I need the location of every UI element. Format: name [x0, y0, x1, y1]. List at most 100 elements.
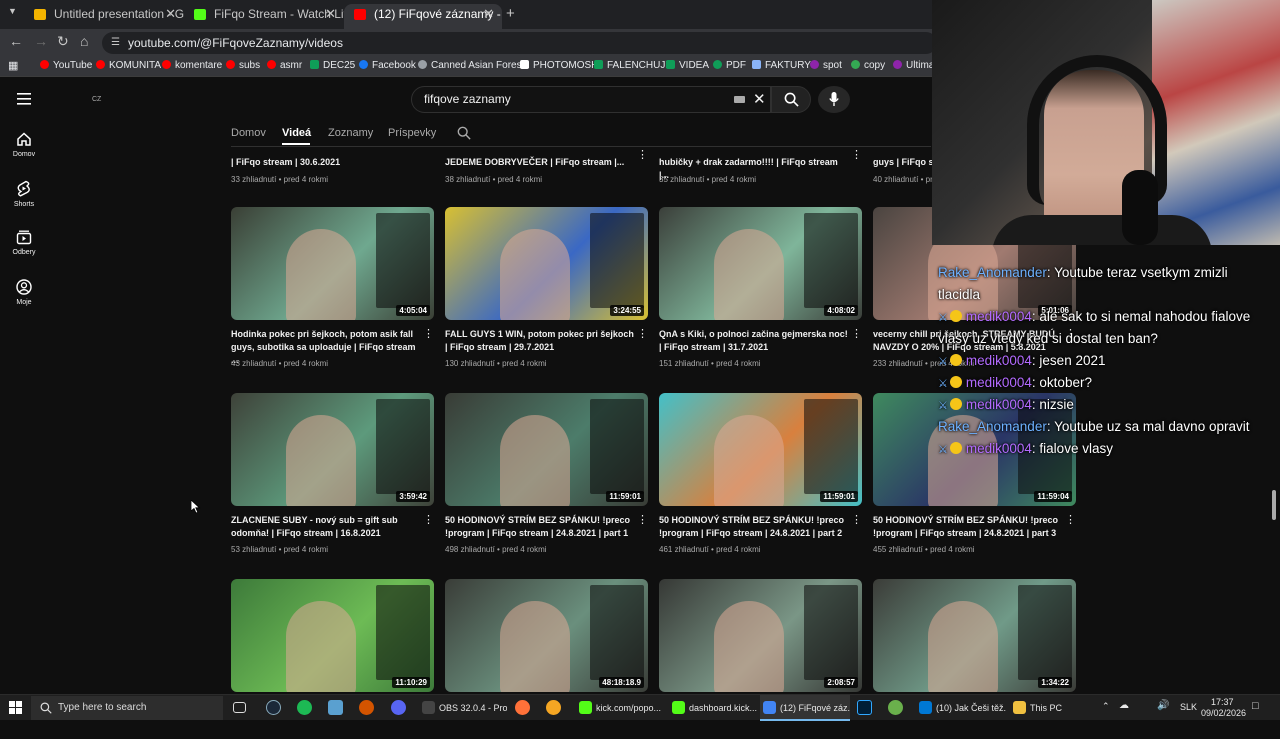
tab-playlists[interactable]: Zoznamy [328, 127, 373, 139]
bookmark-komunita[interactable]: KOMUNITA [96, 60, 161, 71]
video-card-partial[interactable]: hubičky + drak zadarmo!!!! | FiFqo strea… [659, 148, 862, 188]
close-icon[interactable]: ✕ [483, 4, 494, 24]
voice-search-button[interactable] [818, 86, 850, 113]
video-title[interactable]: | FiFqo stream | 30.6.2021 [231, 156, 421, 169]
tray-chevron-icon[interactable]: ⌃ [1102, 701, 1110, 712]
bookmark-youtube[interactable]: YouTube [40, 60, 92, 71]
bookmark-facebook[interactable]: Facebook [359, 60, 416, 71]
video-title[interactable]: JEDEME DOBRYVEČER | FiFqo stream |... [445, 156, 635, 169]
more-options-icon[interactable]: ⋮ [637, 148, 648, 161]
volume-icon[interactable]: 🔊 [1157, 700, 1169, 711]
url-field[interactable]: ☰ youtube.com/@FiFqoveZaznamy/videos [102, 32, 937, 54]
taskbar-app-button[interactable]: OBS 32.0.4 - Pro... [419, 695, 507, 721]
bookmark-komentare[interactable]: komentare [162, 60, 222, 71]
nav-shorts[interactable]: Shorts [0, 180, 48, 208]
discord-icon[interactable] [391, 700, 406, 715]
video-thumbnail[interactable]: 4:08:02 [659, 207, 862, 320]
video-thumbnail[interactable]: 11:59:01 [445, 393, 648, 506]
chat-username[interactable]: medik0004 [966, 353, 1032, 368]
channel-search-icon[interactable] [457, 126, 471, 140]
more-options-icon[interactable]: ⋮ [637, 327, 648, 340]
video-card[interactable]: 11:59:01 50 HODINOVÝ STRÍM BEZ SPÁNKU! !p… [659, 393, 862, 554]
more-options-icon[interactable]: ⋮ [423, 513, 434, 526]
video-title[interactable]: 50 HODINOVÝ STRÍM BEZ SPÁNKU! !preco !pr… [873, 514, 1063, 540]
browser-tab-2[interactable]: FiFqo Stream - Watch Live on K ✕ [184, 4, 344, 29]
taskbar-app-button[interactable]: (12) FiFqové záz... [760, 695, 850, 721]
video-thumbnail[interactable]: 3:59:42 [231, 393, 434, 506]
video-thumbnail[interactable]: 11:59:01 [659, 393, 862, 506]
taskbar-app-button[interactable]: dashboard.kick... [669, 695, 757, 721]
chat-username[interactable]: medik0004 [966, 397, 1032, 412]
video-card[interactable]: 4:08:02 QnA s Kiki, o polnoci začina gejm… [659, 207, 862, 368]
video-thumbnail[interactable]: 2:08:57 [659, 579, 862, 692]
page-scrollbar[interactable] [1272, 490, 1276, 520]
chat-username[interactable]: medik0004 [966, 375, 1032, 390]
chat-app-icon[interactable] [888, 700, 903, 715]
menu-icon[interactable] [17, 93, 31, 105]
bookmark-dec25[interactable]: DEC25 [310, 60, 355, 71]
bookmark-photomosh[interactable]: PHOTOMOSH [520, 60, 598, 71]
windows-start-icon[interactable] [9, 701, 22, 714]
video-card-partial[interactable]: | FiFqo stream | 30.6.2021 33 zhliadnutí… [231, 148, 434, 188]
video-title[interactable]: QnA s Kiki, o polnoci začina gejmerska n… [659, 328, 849, 354]
chat-username[interactable]: Rake_Anomander [938, 419, 1047, 434]
back-icon[interactable]: ← [9, 33, 23, 49]
bookmark-falenchuje[interactable]: FALENCHUJE [594, 60, 672, 71]
nav-subscriptions[interactable]: Odbery [0, 229, 48, 256]
chat-username[interactable]: medik0004 [966, 441, 1032, 456]
tab-home[interactable]: Domov [231, 127, 266, 139]
video-card[interactable]: 11:59:01 50 HODINOVÝ STRÍM BEZ SPÁNKU! !p… [445, 393, 648, 554]
sun-icon[interactable] [546, 700, 561, 715]
close-icon[interactable]: ✕ [325, 4, 336, 24]
chat-username[interactable]: Rake_Anomander [938, 265, 1047, 280]
video-title[interactable]: ZLACNENE SUBY - nový sub = gift sub odom… [231, 514, 421, 540]
more-options-icon[interactable]: ⋮ [851, 148, 862, 161]
bookmark-asmr[interactable]: asmr [267, 60, 302, 71]
video-thumbnail[interactable]: 48:18:18.9 [445, 579, 648, 692]
video-thumbnail[interactable]: 4:05:04 [231, 207, 434, 320]
network-icon[interactable]: ☁ [1119, 700, 1129, 711]
tab-search-icon[interactable]: ▼ [8, 6, 17, 16]
clock-date[interactable]: 09/02/2026 [1201, 708, 1246, 718]
bookmark-copy[interactable]: copy [851, 60, 885, 71]
photoshop-icon[interactable] [857, 700, 872, 715]
video-title[interactable]: FALL GUYS 1 WIN, potom pokec pri šejkoch… [445, 328, 635, 354]
home-icon[interactable]: ⌂ [80, 33, 88, 49]
keyboard-icon[interactable] [734, 96, 745, 103]
tab-posts[interactable]: Príspevky [388, 127, 436, 139]
bookmark-videa[interactable]: VIDEA [666, 60, 709, 71]
chat-username[interactable]: medik0004 [966, 309, 1032, 324]
video-thumbnail[interactable]: 3:24:55 [445, 207, 648, 320]
site-info-icon[interactable]: ☰ [111, 32, 120, 54]
video-title[interactable]: 50 HODINOVÝ STRÍM BEZ SPÁNKU! !preco !pr… [445, 514, 635, 540]
close-icon[interactable]: ✕ [165, 4, 176, 24]
nav-home[interactable]: Domov [0, 131, 48, 158]
bookmark-canned[interactable]: Canned Asian Fores... [418, 60, 530, 71]
firefox-icon[interactable] [515, 700, 530, 715]
apps-icon[interactable]: ▦ [8, 59, 18, 72]
video-card[interactable]: 3:59:42 ZLACNENE SUBY - nový sub = gift s… [231, 393, 434, 554]
video-card-partial[interactable]: JEDEME DOBRYVEČER | FiFqo stream |... 38… [445, 148, 648, 188]
more-options-icon[interactable]: ⋮ [851, 513, 862, 526]
search-input[interactable]: fifqove zaznamy ✕ [411, 86, 771, 113]
video-thumbnail[interactable]: 1:34:22 [873, 579, 1076, 692]
bookmark-pdf[interactable]: PDF [713, 60, 746, 71]
bookmark-subs[interactable]: subs [226, 60, 260, 71]
bookmark-ultima[interactable]: Ultima [893, 60, 934, 71]
bookmark-spot[interactable]: spot [810, 60, 842, 71]
taskbar-app-button[interactable]: (10) Jak Češi těž... [916, 695, 1006, 721]
more-options-icon[interactable]: ⋮ [1065, 513, 1076, 526]
task-view-icon[interactable] [233, 702, 246, 713]
bookmark-faktury[interactable]: FAKTURY [752, 60, 811, 71]
taskbar-app-button[interactable]: kick.com/popo... [576, 695, 664, 721]
notifications-icon[interactable]: □ [1252, 700, 1259, 712]
spotify-icon[interactable] [297, 700, 312, 715]
video-title[interactable]: 50 HODINOVÝ STRÍM BEZ SPÁNKU! !preco !pr… [659, 514, 849, 540]
video-card[interactable]: 3:24:55 FALL GUYS 1 WIN, potom pokec pri … [445, 207, 648, 368]
clock-time[interactable]: 17:37 [1211, 697, 1234, 707]
new-tab-button[interactable]: + [506, 5, 515, 22]
video-thumbnail[interactable]: 11:10:29 [231, 579, 434, 692]
browser-tab-3[interactable]: (12) FiFqové záznamy - YouTub ✕ [344, 4, 502, 29]
notepad-icon[interactable] [328, 700, 343, 715]
forward-icon[interactable]: → [34, 33, 48, 49]
